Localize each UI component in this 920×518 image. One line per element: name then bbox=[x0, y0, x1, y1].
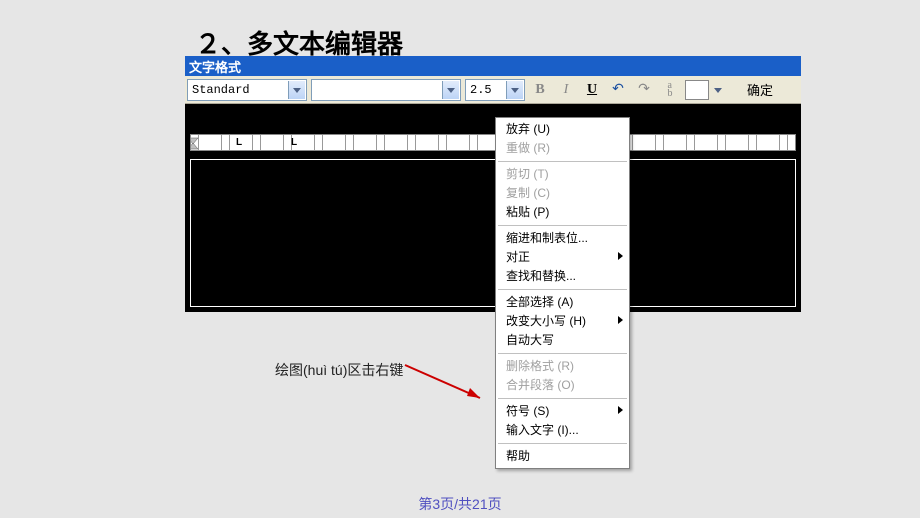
menu-help[interactable]: 帮助 bbox=[496, 447, 629, 466]
toolbar: Standard 2.5 B I U ↶ ↷ ab 确定 bbox=[185, 76, 801, 104]
color-picker[interactable] bbox=[685, 80, 725, 100]
menu-separator bbox=[498, 443, 627, 444]
size-combo[interactable]: 2.5 bbox=[465, 79, 525, 101]
submenu-arrow-icon bbox=[618, 316, 623, 324]
menu-cut: 剪切 (T) bbox=[496, 165, 629, 184]
stack-button[interactable]: ab bbox=[659, 79, 681, 101]
size-value: 2.5 bbox=[470, 83, 492, 97]
menu-autocaps[interactable]: 自动大写 bbox=[496, 331, 629, 350]
menu-symbol[interactable]: 符号 (S) bbox=[496, 402, 629, 421]
ruler[interactable]: L L bbox=[190, 134, 796, 151]
menu-copy: 复制 (C) bbox=[496, 184, 629, 203]
menu-paste[interactable]: 粘贴 (P) bbox=[496, 203, 629, 222]
redo-button[interactable]: ↷ bbox=[633, 79, 655, 101]
menu-select-all[interactable]: 全部选择 (A) bbox=[496, 293, 629, 312]
tab-stop-icon: L bbox=[236, 137, 242, 148]
page-footer: 第3页/共21页 bbox=[0, 494, 920, 514]
underline-button[interactable]: U bbox=[581, 79, 603, 101]
menu-undo[interactable]: 放弃 (U) bbox=[496, 120, 629, 139]
context-menu: 放弃 (U) 重做 (R) 剪切 (T) 复制 (C) 粘贴 (P) 缩进和制表… bbox=[495, 117, 630, 469]
indent-marker-icon[interactable] bbox=[190, 134, 198, 151]
menu-change-case[interactable]: 改变大小写 (H) bbox=[496, 312, 629, 331]
menu-separator bbox=[498, 289, 627, 290]
titlebar: 文字格式 bbox=[185, 56, 801, 76]
text-editor-window: 文字格式 Standard 2.5 B I U ↶ ↷ ab 确定 L L bbox=[185, 56, 801, 312]
menu-separator bbox=[498, 398, 627, 399]
text-area[interactable] bbox=[190, 159, 796, 307]
hint-text: 绘图(huì tú)区击右键 bbox=[275, 360, 403, 380]
submenu-arrow-icon bbox=[618, 406, 623, 414]
color-swatch bbox=[685, 80, 709, 100]
menu-remove-format: 删除格式 (R) bbox=[496, 357, 629, 376]
menu-separator bbox=[498, 161, 627, 162]
editor-canvas[interactable]: L L bbox=[185, 104, 801, 312]
menu-separator bbox=[498, 225, 627, 226]
bold-button[interactable]: B bbox=[529, 79, 551, 101]
menu-indent[interactable]: 缩进和制表位... bbox=[496, 229, 629, 248]
ok-button[interactable]: 确定 bbox=[741, 78, 779, 101]
undo-button[interactable]: ↶ bbox=[607, 79, 629, 101]
font-combo[interactable] bbox=[311, 79, 461, 101]
tab-stop-icon: L bbox=[291, 137, 297, 148]
style-combo[interactable]: Standard bbox=[187, 79, 307, 101]
ruler-ticks bbox=[191, 135, 795, 150]
menu-merge-paragraph: 合并段落 (O) bbox=[496, 376, 629, 395]
arrow-icon bbox=[400, 360, 495, 405]
menu-input-text[interactable]: 输入文字 (I)... bbox=[496, 421, 629, 440]
submenu-arrow-icon bbox=[618, 252, 623, 260]
style-value: Standard bbox=[192, 83, 250, 97]
menu-justify[interactable]: 对正 bbox=[496, 248, 629, 267]
menu-separator bbox=[498, 353, 627, 354]
menu-redo: 重做 (R) bbox=[496, 139, 629, 158]
italic-button[interactable]: I bbox=[555, 79, 577, 101]
menu-find[interactable]: 查找和替换... bbox=[496, 267, 629, 286]
